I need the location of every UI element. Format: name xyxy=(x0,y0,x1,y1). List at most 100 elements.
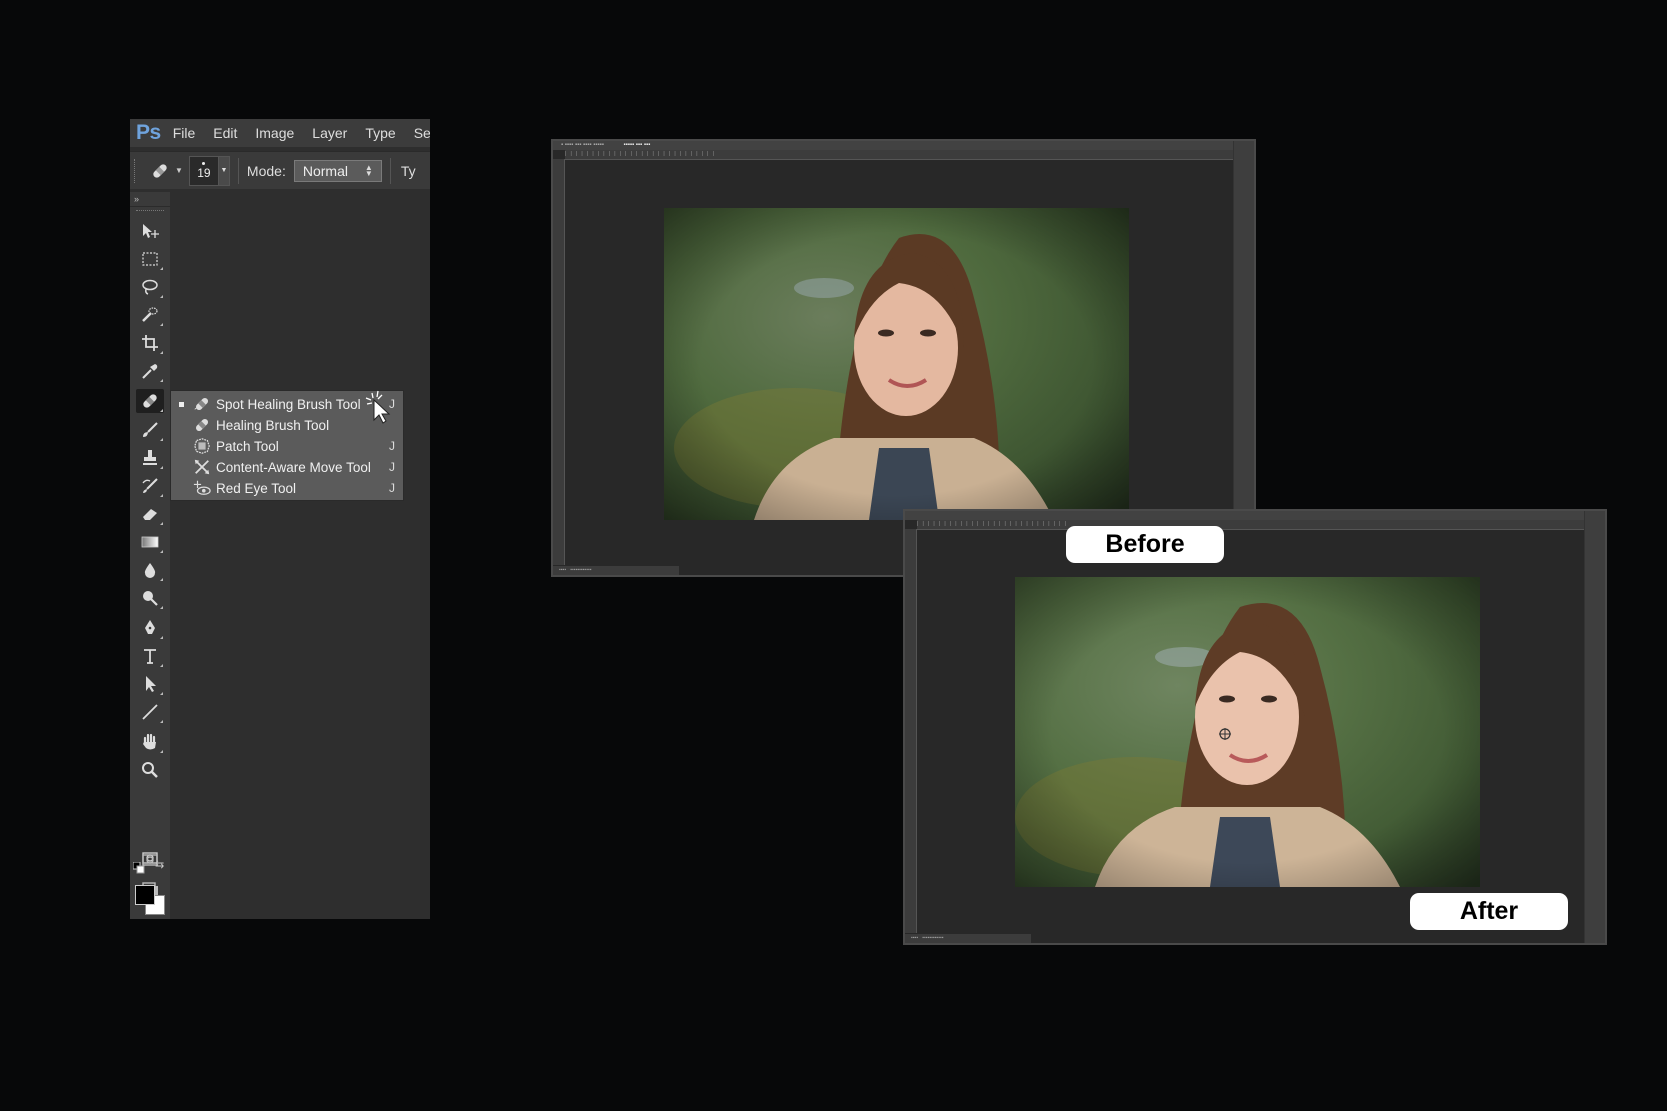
dodge-tool-icon xyxy=(143,591,158,606)
separator xyxy=(237,157,239,184)
mouse-cursor-click-icon xyxy=(365,390,391,424)
brush-dot-icon xyxy=(202,162,206,165)
type-tool-icon xyxy=(144,649,156,664)
marquee-tool-icon xyxy=(142,252,158,266)
dodge-tool[interactable] xyxy=(136,586,164,610)
after-label: After xyxy=(1410,893,1568,930)
tool-preset-picker[interactable] xyxy=(147,158,173,184)
brush-size-dropdown[interactable]: ▼ xyxy=(218,155,230,186)
pen-tool[interactable] xyxy=(136,616,164,640)
menu-layer[interactable]: Layer xyxy=(312,125,347,141)
flyout-item-label: Patch Tool xyxy=(216,438,279,454)
quick-mask-toggle[interactable] xyxy=(136,848,164,872)
selected-bullet xyxy=(179,401,184,407)
before-label: Before xyxy=(1066,526,1224,563)
spot-healing-brush-icon xyxy=(192,395,212,413)
gradient-tool-icon xyxy=(141,536,159,548)
menu-select[interactable]: Sele xyxy=(414,125,430,141)
zoom-tool-icon xyxy=(142,762,158,778)
quick-mask-icon xyxy=(142,854,158,866)
vertical-scrollbar[interactable] xyxy=(1584,511,1605,943)
brush-tool[interactable] xyxy=(136,418,164,442)
move-tool[interactable] xyxy=(136,219,164,243)
quick-selection-tool[interactable] xyxy=(136,303,164,327)
line-tool-icon xyxy=(142,704,158,720)
spot-healing-brush-tool-icon xyxy=(143,394,157,408)
flyout-item-content-aware-move[interactable]: Content-Aware Move Tool J xyxy=(171,457,403,477)
menu-file[interactable]: File xyxy=(173,125,196,141)
zoom-tool[interactable] xyxy=(136,758,164,782)
eraser-tool[interactable] xyxy=(136,502,164,526)
type-tool[interactable] xyxy=(136,644,164,668)
document-status-bar: ▪▪▪▪ ▪▪▪▪▪▪▪▪▪▪▪▪ xyxy=(553,566,679,575)
ruler-horizontal: | | | | | | | | | | | | | | | | | | | | … xyxy=(565,150,1234,160)
lasso-tool-icon xyxy=(142,279,158,295)
options-bar: ▼ 19 ▼ Mode: Normal ▲ ▼ Ty xyxy=(130,151,430,189)
document-tabs[interactable]: ▪ ▪▪▪▪ ▪▪▪ ▪▪▪▪ ▪▪▪▪▪ ▪▪▪▪▪ ▪▪▪ ▪▪▪ xyxy=(553,141,1254,150)
content-aware-move-icon xyxy=(192,458,212,476)
brush-size-picker[interactable]: 19 xyxy=(188,155,219,186)
hand-tool-icon xyxy=(143,733,156,750)
bandage-icon xyxy=(153,163,167,178)
flyout-item-shortcut: J xyxy=(389,481,395,495)
flyout-item-patch[interactable]: Patch Tool J xyxy=(171,436,403,456)
healing-crosshair-cursor-icon xyxy=(1219,728,1231,740)
crop-tool-icon xyxy=(142,335,158,351)
options-bar-grip[interactable] xyxy=(134,158,139,183)
ruler-vertical xyxy=(553,159,565,565)
patch-icon xyxy=(192,437,212,455)
healing-brush-icon xyxy=(192,416,212,434)
eyedropper-tool[interactable] xyxy=(136,359,164,383)
ruler-horizontal: | | | | | | | | | | | | | | | | | | | | … xyxy=(917,520,1585,530)
clone-stamp-tool[interactable] xyxy=(136,446,164,470)
toolbox: » ⇆ xyxy=(130,192,170,919)
crop-tool[interactable] xyxy=(136,331,164,355)
document-window-after: | | | | | | | | | | | | | | | | | | | | … xyxy=(903,509,1607,945)
menu-image[interactable]: Image xyxy=(255,125,294,141)
line-tool[interactable] xyxy=(136,700,164,724)
blur-tool-icon xyxy=(144,563,156,578)
path-selection-tool[interactable] xyxy=(136,672,164,696)
history-brush-tool[interactable] xyxy=(136,474,164,498)
separator xyxy=(389,157,391,184)
brush-size-value: 19 xyxy=(197,166,211,180)
menu-edit[interactable]: Edit xyxy=(213,125,237,141)
document-tabs[interactable] xyxy=(905,511,1605,520)
toolbox-collapse[interactable]: » xyxy=(130,192,170,207)
spot-healing-brush-tool[interactable] xyxy=(136,389,164,413)
portrait-photo-after xyxy=(1015,577,1480,887)
flyout-item-label: Content-Aware Move Tool xyxy=(216,459,371,475)
move-tool-icon xyxy=(143,224,159,238)
mode-label: Mode: xyxy=(246,162,286,179)
path-selection-tool-icon xyxy=(146,676,156,692)
menu-bar: Ps File Edit Image Layer Type Sele xyxy=(130,119,430,147)
flyout-item-red-eye[interactable]: Red Eye Tool J xyxy=(171,478,403,498)
chevron-down-icon[interactable]: ▼ xyxy=(175,166,183,175)
mode-select[interactable]: Normal ▲ ▼ xyxy=(293,159,382,182)
photoshop-panel: Ps File Edit Image Layer Type Sele ▼ 19 … xyxy=(130,119,430,919)
flyout-item-label: Red Eye Tool xyxy=(216,480,297,496)
brush-tool-icon xyxy=(143,422,158,437)
marquee-tool[interactable] xyxy=(136,247,164,271)
ruler-vertical xyxy=(905,529,917,933)
flyout-item-shortcut: J xyxy=(389,460,395,474)
type-option-label: Ty xyxy=(400,162,416,179)
photoshop-logo: Ps xyxy=(136,121,161,144)
pen-tool-icon xyxy=(145,620,155,634)
blur-tool[interactable] xyxy=(136,558,164,582)
document-status-bar: ▪▪▪▪ ▪▪▪▪▪▪▪▪▪▪▪▪ xyxy=(905,934,1031,943)
flyout-item-shortcut: J xyxy=(389,439,395,453)
eraser-tool-icon xyxy=(143,509,157,520)
eyedropper-tool-icon xyxy=(142,364,158,379)
menu-type[interactable]: Type xyxy=(365,125,395,141)
lasso-tool[interactable] xyxy=(136,275,164,299)
portrait-photo-before xyxy=(664,208,1129,520)
updown-arrow-icon: ▲ ▼ xyxy=(364,162,373,178)
mode-value: Normal xyxy=(302,162,348,179)
hand-tool[interactable] xyxy=(136,730,164,754)
gradient-tool[interactable] xyxy=(136,530,164,554)
quick-selection-tool-icon xyxy=(142,307,158,322)
red-eye-icon xyxy=(192,479,212,497)
foreground-color-swatch[interactable] xyxy=(135,885,155,905)
toolbox-grip[interactable] xyxy=(136,210,164,217)
